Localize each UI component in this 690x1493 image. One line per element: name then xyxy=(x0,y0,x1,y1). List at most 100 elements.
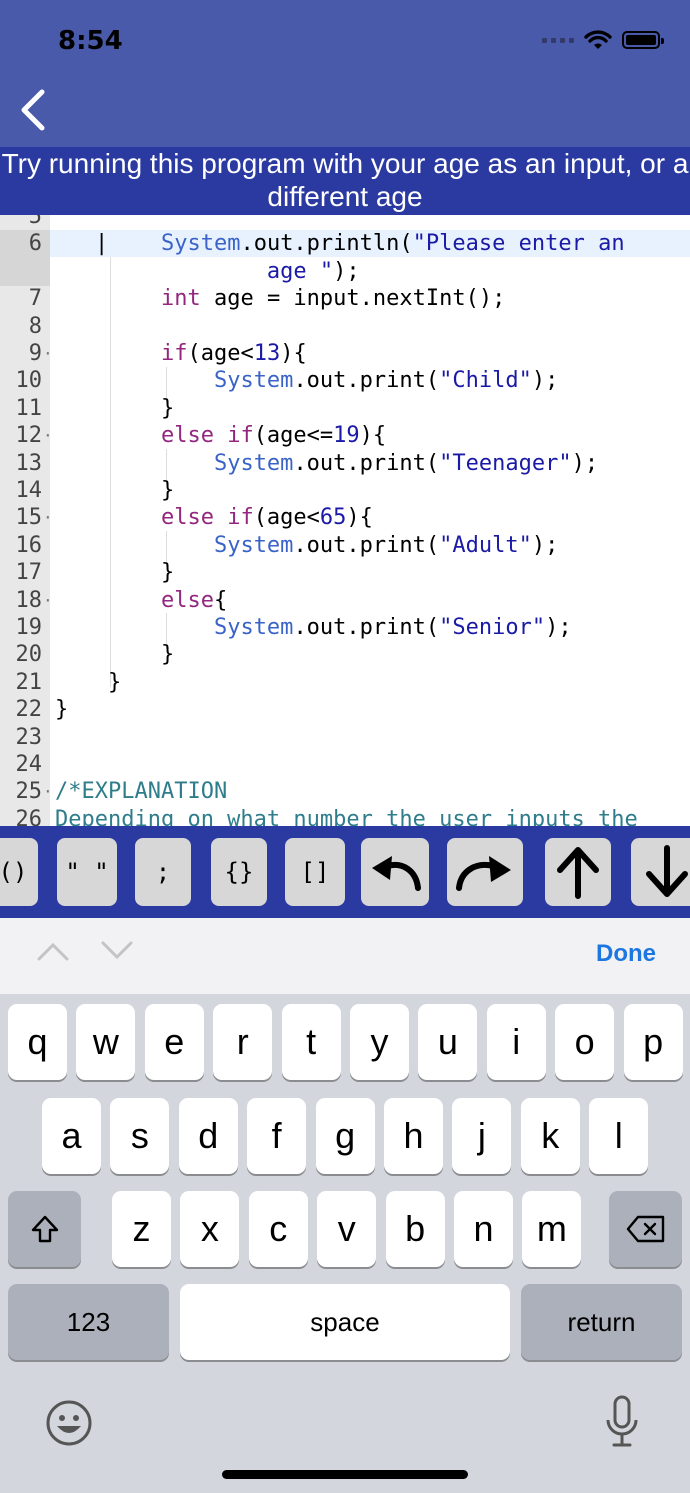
fold-marker-icon[interactable]: · xyxy=(43,340,53,367)
cellular-signal-icon xyxy=(542,37,574,43)
key-g[interactable]: g xyxy=(315,1098,375,1174)
delete-key[interactable] xyxy=(609,1191,682,1267)
code-text: } xyxy=(55,642,175,668)
key-s[interactable]: s xyxy=(110,1098,170,1174)
cursor-down-button[interactable] xyxy=(631,838,690,906)
code-text: System.out.print("Teenager"); xyxy=(213,450,599,476)
line-number: 21 xyxy=(15,669,43,695)
code-text: } xyxy=(55,669,122,695)
key-a[interactable]: a xyxy=(42,1098,101,1174)
cursor-up-button[interactable] xyxy=(545,838,611,906)
code-editor[interactable]: 5 6 | System.out.println("Please enter an … xyxy=(0,215,690,826)
line-number: 22 xyxy=(15,697,43,723)
key-m[interactable]: m xyxy=(522,1191,582,1267)
line-number: 5 xyxy=(28,215,42,229)
key-i[interactable]: i xyxy=(486,1004,546,1080)
key-j[interactable]: j xyxy=(452,1098,512,1174)
chevron-down-icon[interactable] xyxy=(100,940,134,962)
key-e[interactable]: e xyxy=(144,1004,204,1080)
status-icons xyxy=(542,30,664,50)
semicolon-button[interactable]: ; xyxy=(135,838,191,906)
line-number: 17 xyxy=(15,560,43,586)
code-text: age "); xyxy=(266,258,360,284)
key-q[interactable]: q xyxy=(8,1004,67,1080)
line-number: 6 xyxy=(28,231,42,257)
line-number: 25 xyxy=(15,779,43,805)
redo-icon xyxy=(456,856,511,891)
line-number: 23 xyxy=(15,724,43,750)
arrow-up-icon xyxy=(557,847,599,899)
numbers-key[interactable]: 123 xyxy=(8,1284,169,1360)
page-title: Try running this program with your age a… xyxy=(0,147,690,215)
key-u[interactable]: u xyxy=(418,1004,478,1080)
line-number: 9 xyxy=(28,341,42,366)
code-text: } xyxy=(55,395,175,421)
key-w[interactable]: w xyxy=(76,1004,136,1080)
arrow-down-icon xyxy=(646,845,688,897)
keyboard-accessory-bar: Done xyxy=(0,918,690,995)
line-number: 13 xyxy=(15,450,43,476)
code-toolbar: () " " ; {} [] xyxy=(0,826,690,918)
code-text: } xyxy=(55,478,175,503)
fold-marker-icon[interactable]: · xyxy=(43,504,53,531)
line-number: 12 xyxy=(15,423,43,449)
chevron-up-icon[interactable] xyxy=(36,940,70,962)
fold-marker-icon[interactable]: · xyxy=(43,422,53,449)
key-r[interactable]: r xyxy=(213,1004,273,1080)
status-time: 8:54 xyxy=(58,26,123,56)
return-key[interactable]: return xyxy=(521,1284,682,1360)
key-t[interactable]: t xyxy=(281,1004,341,1080)
line-number: 14 xyxy=(15,478,43,503)
line-number: 19 xyxy=(15,615,43,640)
line-number: 11 xyxy=(15,395,43,421)
line-number: 24 xyxy=(15,752,43,777)
parens-button[interactable]: () xyxy=(0,838,38,906)
key-b[interactable]: b xyxy=(385,1191,445,1267)
key-p[interactable]: p xyxy=(623,1004,683,1080)
key-x[interactable]: x xyxy=(180,1191,240,1267)
emoji-icon[interactable] xyxy=(44,1398,94,1448)
wifi-icon xyxy=(584,30,612,49)
key-f[interactable]: f xyxy=(247,1098,307,1174)
done-button[interactable]: Done xyxy=(596,940,656,968)
key-h[interactable]: h xyxy=(384,1098,443,1174)
code-text: System.out.print("Child"); xyxy=(213,368,559,394)
battery-icon xyxy=(622,31,664,49)
fold-marker-icon[interactable]: · xyxy=(43,587,53,614)
key-l[interactable]: l xyxy=(589,1098,649,1174)
code-text: if(age<13){ xyxy=(160,341,307,366)
code-text: } xyxy=(55,697,69,723)
key-n[interactable]: n xyxy=(454,1191,513,1267)
braces-button[interactable]: {} xyxy=(211,838,267,906)
code-text: System.out.print("Adult"); xyxy=(213,532,559,558)
code-text: else if(age<65){ xyxy=(160,505,373,531)
key-z[interactable]: z xyxy=(112,1191,171,1267)
line-number: 26 xyxy=(15,806,43,826)
space-key[interactable]: space xyxy=(180,1284,510,1360)
microphone-icon[interactable] xyxy=(604,1394,640,1450)
code-text: /*EXPLANATION xyxy=(55,779,228,805)
key-y[interactable]: y xyxy=(350,1004,409,1080)
back-chevron-icon[interactable] xyxy=(16,88,52,132)
line-number: 18 xyxy=(15,587,43,613)
home-indicator xyxy=(222,1470,468,1479)
code-text: | System.out.println("Please enter an xyxy=(95,231,625,257)
code-text: System.out.print("Senior"); xyxy=(213,615,572,640)
line-number: 8 xyxy=(28,313,42,339)
redo-button[interactable] xyxy=(447,838,523,906)
code-text: else{ xyxy=(160,587,228,613)
line-number: 15 xyxy=(15,505,43,531)
key-v[interactable]: v xyxy=(317,1191,377,1267)
key-c[interactable]: c xyxy=(248,1191,308,1267)
quotes-button[interactable]: " " xyxy=(57,838,117,906)
line-number: 10 xyxy=(15,368,43,394)
brackets-button[interactable]: [] xyxy=(285,838,345,906)
key-k[interactable]: k xyxy=(520,1098,580,1174)
key-o[interactable]: o xyxy=(555,1004,615,1080)
line-number: 7 xyxy=(28,286,42,312)
undo-button[interactable] xyxy=(361,838,429,906)
fold-marker-icon[interactable]: · xyxy=(43,778,53,805)
shift-key[interactable] xyxy=(8,1191,81,1267)
nav-header: 8:54 Try running this program with your … xyxy=(0,0,690,215)
key-d[interactable]: d xyxy=(178,1098,238,1174)
